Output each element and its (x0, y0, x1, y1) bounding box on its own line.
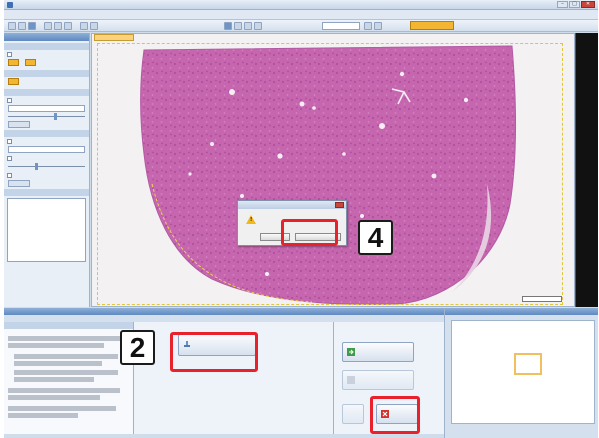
checkbox[interactable] (7, 155, 12, 161)
maximize-button[interactable]: □ (569, 1, 580, 8)
app-icon (7, 2, 13, 8)
checkbox[interactable] (7, 172, 12, 178)
section-heading (4, 189, 89, 196)
slider-handle[interactable] (34, 163, 38, 170)
minimize-button[interactable]: – (557, 1, 568, 8)
control-panel-title (4, 33, 89, 41)
info-row (10, 255, 83, 261)
select-tool-icon[interactable] (44, 22, 52, 30)
zoom-in-icon[interactable] (364, 22, 372, 30)
open-file-icon[interactable] (8, 22, 16, 30)
objective-button[interactable] (8, 78, 19, 85)
camera-icon[interactable] (28, 22, 36, 30)
section-heading (4, 43, 89, 50)
gain-slider[interactable] (8, 163, 85, 170)
cancel-button-highlight (370, 396, 420, 434)
navigator-view-rectangle[interactable] (514, 353, 542, 375)
next-step-button[interactable] (342, 342, 414, 362)
checkbox[interactable] (7, 138, 12, 144)
slide-edge-strip (575, 33, 598, 307)
annotation-tool-icon[interactable] (90, 22, 98, 30)
layers-icon[interactable] (254, 22, 262, 30)
window-controls: – □ ✕ (557, 1, 595, 8)
instructions-panel (4, 322, 134, 434)
exposure-slider[interactable] (8, 113, 85, 120)
apply-button[interactable] (8, 121, 30, 128)
workflow-bar (4, 308, 444, 315)
warning-mark: ! (250, 217, 253, 223)
checkbox-row[interactable] (4, 137, 89, 145)
mode-toggle-button[interactable] (24, 59, 36, 66)
forward-icon (347, 348, 355, 356)
zoom-out-icon[interactable] (374, 22, 382, 30)
slider-handle[interactable] (54, 113, 58, 120)
help-button[interactable] (342, 404, 364, 424)
section-heading (4, 130, 89, 137)
zoom-level-field[interactable] (322, 22, 360, 30)
back-step-button[interactable] (342, 370, 414, 390)
checkbox-row[interactable] (4, 154, 89, 162)
value-field[interactable] (8, 105, 85, 112)
dialog-close-button[interactable] (335, 202, 344, 208)
instructions-heading (4, 322, 133, 329)
pan-tool-icon[interactable] (54, 22, 62, 30)
section-heading (4, 89, 89, 96)
dialog-title (238, 201, 346, 209)
title-bar: – □ ✕ (4, 0, 598, 10)
highlight-mode-button[interactable] (410, 21, 454, 30)
navigator-title (445, 308, 598, 315)
checkbox-row[interactable] (4, 171, 89, 179)
checkbox[interactable] (7, 97, 12, 103)
value-field[interactable] (8, 146, 85, 153)
control-panel (4, 33, 90, 307)
step-number-2: 2 (120, 330, 155, 365)
close-button[interactable]: ✕ (581, 1, 595, 8)
step-number-4: 4 (358, 220, 393, 255)
menu-bar (4, 10, 598, 20)
toolbar (4, 20, 598, 32)
settings-button[interactable] (8, 180, 30, 187)
save-icon[interactable] (18, 22, 26, 30)
section-heading (4, 70, 89, 77)
workflow-tabs (4, 315, 444, 322)
navigator-panel (444, 308, 598, 438)
dialog-cancel-highlight (281, 219, 338, 246)
image-info-box (7, 198, 86, 262)
image-viewport[interactable] (91, 33, 575, 307)
scan-button-highlight (170, 332, 258, 372)
image-document-tab[interactable] (94, 34, 134, 41)
mode-toggle-button[interactable] (8, 59, 19, 66)
scan-area-outline (97, 43, 563, 305)
fit-view-icon[interactable] (224, 22, 232, 30)
zoom-tool-icon[interactable] (64, 22, 72, 30)
checkbox-row[interactable] (4, 96, 89, 104)
checkbox-row[interactable] (4, 50, 89, 58)
step-heading (334, 322, 444, 329)
back-icon (347, 376, 355, 384)
scale-bar (522, 296, 562, 302)
checkbox[interactable] (7, 51, 12, 57)
navigator-thumbnail[interactable] (451, 320, 595, 424)
grid-icon[interactable] (244, 22, 252, 30)
rotate-icon[interactable] (234, 22, 242, 30)
measure-tool-icon[interactable] (80, 22, 88, 30)
